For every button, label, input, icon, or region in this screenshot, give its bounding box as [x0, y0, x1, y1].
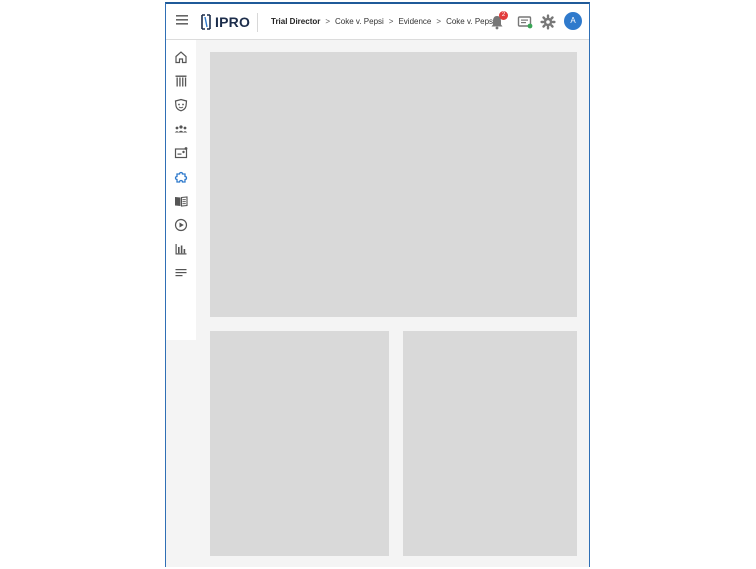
gear-icon[interactable] [540, 14, 556, 30]
people-icon[interactable] [173, 121, 189, 137]
sidebar-empty-area [166, 340, 196, 567]
loading-placeholder-bottom-left [210, 331, 389, 556]
breadcrumb-item-case[interactable]: Coke v. Pepsi [335, 17, 384, 26]
bar-chart-icon[interactable] [173, 241, 189, 257]
user-avatar[interactable]: A [564, 12, 582, 30]
main-content [196, 40, 589, 567]
screen-share-icon[interactable] [517, 14, 533, 30]
loading-placeholder-top [210, 52, 577, 317]
home-icon[interactable] [173, 49, 189, 65]
id-card-icon[interactable] [173, 145, 189, 161]
breadcrumb-separator: > [388, 17, 394, 26]
logo-text: IPRO [215, 14, 251, 30]
top-header: IPRO Trial Director > Coke v. Pepsi > Ev… [166, 4, 589, 40]
app-window: IPRO Trial Director > Coke v. Pepsi > Ev… [165, 2, 590, 567]
play-icon[interactable] [173, 217, 189, 233]
notification-badge: 2 [499, 11, 508, 20]
puzzle-icon[interactable] [173, 169, 189, 185]
breadcrumb-separator: > [325, 17, 331, 26]
breadcrumb-separator: > [436, 17, 442, 26]
breadcrumb: Trial Director > Coke v. Pepsi > Evidenc… [271, 17, 495, 26]
breadcrumb-item-trial-director[interactable]: Trial Director [271, 17, 320, 26]
sidebar-nav [166, 40, 197, 340]
columns-icon[interactable] [173, 73, 189, 89]
breadcrumb-item-current[interactable]: Coke v. Pepsi [446, 17, 495, 26]
breadcrumb-item-evidence[interactable]: Evidence [398, 17, 431, 26]
menu-icon[interactable] [174, 12, 190, 28]
loading-placeholder-bottom-right [403, 331, 577, 556]
shield-icon[interactable] [173, 97, 189, 113]
ipro-mark-icon [201, 14, 211, 30]
book-icon[interactable] [173, 193, 189, 209]
header-divider [257, 13, 258, 32]
lines-icon[interactable] [173, 265, 189, 281]
ipro-logo[interactable]: IPRO [201, 13, 250, 31]
